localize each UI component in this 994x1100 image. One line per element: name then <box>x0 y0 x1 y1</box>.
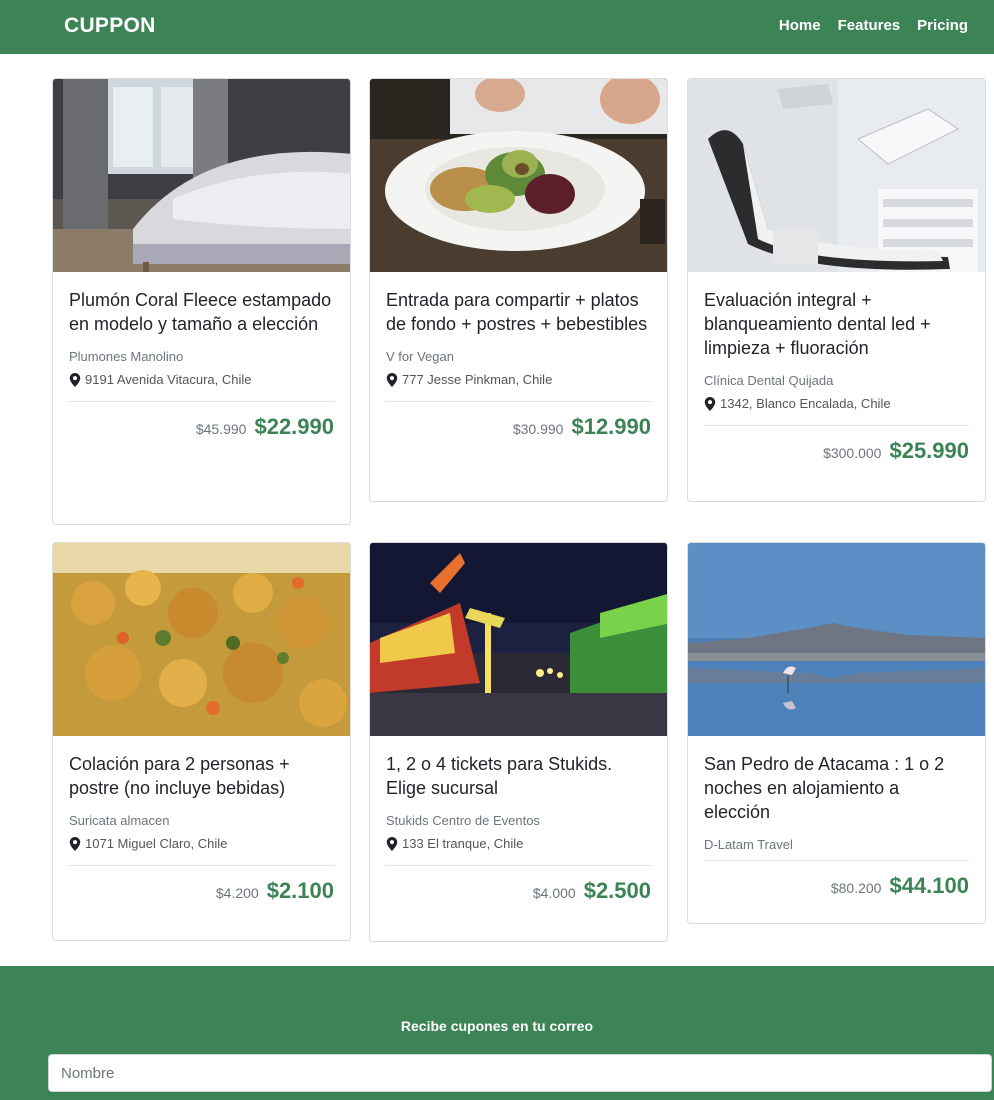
deal-title[interactable]: Colación para 2 personas + postre (no in… <box>69 752 334 800</box>
price-row: $45.990 $22.990 <box>53 402 350 440</box>
deal-title[interactable]: San Pedro de Atacama : 1 o 2 noches en a… <box>704 752 969 824</box>
old-price: $4.200 <box>215 885 259 901</box>
map-pin-icon <box>386 836 398 851</box>
location: 1071 Miguel Claro, Chile <box>69 836 334 851</box>
old-price: $300.000 <box>823 445 882 461</box>
navbar: CUPPON Home Features Pricing <box>0 0 994 54</box>
new-price: $44.100 <box>889 873 969 898</box>
new-price: $22.990 <box>254 414 334 439</box>
price-row: $4.200 $2.100 <box>53 866 350 904</box>
name-input[interactable] <box>48 1054 992 1092</box>
merchant-name: Stukids Centro de Eventos <box>386 813 540 828</box>
bedroom-photo[interactable] <box>53 79 350 272</box>
nav-link-pricing[interactable]: Pricing <box>917 17 968 34</box>
deal-card[interactable]: San Pedro de Atacama : 1 o 2 noches en a… <box>687 542 986 924</box>
nav-links: Home Features Pricing <box>779 17 968 34</box>
location: 9191 Avenida Vitacura, Chile <box>69 372 334 387</box>
merchant-name: Suricata almacen <box>69 813 170 828</box>
deal-title-line: en modelo y tamaño a elección <box>69 314 319 334</box>
merchant-name: D-Latam Travel <box>704 837 793 852</box>
deal-card[interactable]: Entrada para compartir + platos de fondo… <box>369 78 668 502</box>
new-price: $12.990 <box>571 414 651 439</box>
deal-title[interactable]: 1, 2 o 4 tickets para Stukids. Elige suc… <box>386 752 651 800</box>
new-price: $2.100 <box>266 878 334 903</box>
deal-title[interactable]: Plumón Coral Fleece estampado en modelo … <box>69 288 334 336</box>
deal-title[interactable]: Entrada para compartir + platos de fondo… <box>386 288 651 336</box>
old-price: $4.000 <box>532 885 576 901</box>
location-text: 1071 Miguel Claro, Chile <box>85 836 228 851</box>
location: 1342, Blanco Encalada, Chile <box>704 396 969 411</box>
nav-link-home[interactable]: Home <box>779 17 821 34</box>
price-row: $30.990 $12.990 <box>370 402 667 440</box>
deal-title[interactable]: Evaluación integral + blanqueamiento den… <box>704 288 969 360</box>
price-row: $80.200 $44.100 <box>688 861 985 899</box>
dental-chair-photo[interactable] <box>688 79 985 272</box>
map-pin-icon <box>386 372 398 387</box>
flamingo-lake-photo[interactable] <box>688 543 985 736</box>
curry-dish-photo[interactable] <box>53 543 350 736</box>
deal-card[interactable]: Evaluación integral + blanqueamiento den… <box>687 78 986 502</box>
merchant-name: Plumones Manolino <box>69 349 184 364</box>
deal-card[interactable]: Colación para 2 personas + postre (no in… <box>52 542 351 941</box>
deal-card[interactable]: 1, 2 o 4 tickets para Stukids. Elige suc… <box>369 542 668 942</box>
map-pin-icon <box>69 836 81 851</box>
location-text: 1342, Blanco Encalada, Chile <box>720 396 891 411</box>
merchant-name: Clínica Dental Quijada <box>704 373 834 388</box>
price-row: $4.000 $2.500 <box>370 866 667 904</box>
newsletter-title: Recibe cupones en tu correo <box>400 1018 594 1034</box>
vegan-salad-photo[interactable] <box>370 79 667 272</box>
new-price: $25.990 <box>889 438 969 463</box>
deal-card[interactable]: Plumón Coral Fleece estampado en modelo … <box>52 78 351 525</box>
new-price: $2.500 <box>583 878 651 903</box>
merchant-name: V for Vegan <box>386 349 454 364</box>
price-row: $300.000 $25.990 <box>688 426 985 464</box>
map-pin-icon <box>704 396 716 411</box>
brand-logo[interactable]: CUPPON <box>64 14 156 38</box>
old-price: $45.990 <box>195 421 247 437</box>
deal-title-line: Plumón Coral Fleece estampado <box>69 290 332 310</box>
location: 133 El tranque, Chile <box>386 836 651 851</box>
old-price: $80.200 <box>830 880 882 896</box>
map-pin-icon <box>69 372 81 387</box>
location-text: 133 El tranque, Chile <box>402 836 524 851</box>
fair-rides-photo[interactable] <box>370 543 667 736</box>
nav-link-features[interactable]: Features <box>838 17 901 34</box>
location: 777 Jesse Pinkman, Chile <box>386 372 651 387</box>
old-price: $30.990 <box>512 421 564 437</box>
newsletter-footer: Recibe cupones en tu correo <box>0 966 994 1100</box>
location-text: 777 Jesse Pinkman, Chile <box>402 372 553 387</box>
location-text: 9191 Avenida Vitacura, Chile <box>85 372 252 387</box>
